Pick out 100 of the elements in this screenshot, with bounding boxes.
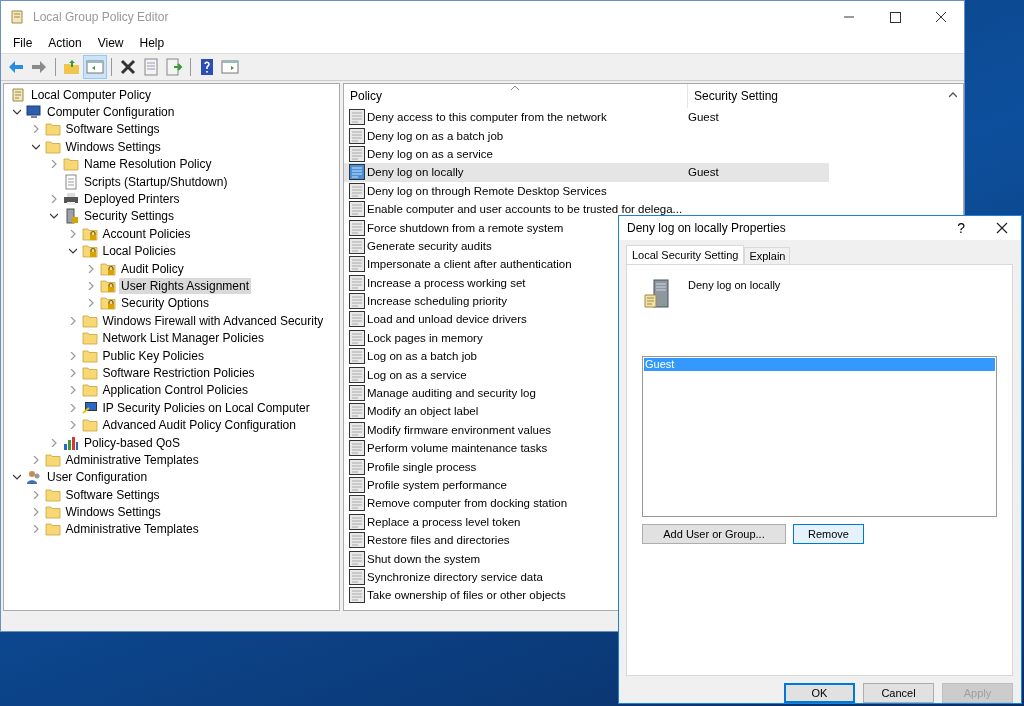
chevron-icon[interactable]: [13, 473, 21, 482]
policy-icon: [349, 219, 365, 236]
menu-item[interactable]: Help: [131, 36, 173, 50]
tree-item[interactable]: Security Options: [119, 295, 212, 312]
policy-row[interactable]: Deny log on as a service: [344, 144, 829, 164]
window-title: Local Group Policy Editor: [33, 10, 169, 24]
column-header[interactable]: Security Setting: [687, 84, 779, 108]
tree-item[interactable]: Advanced Audit Policy Configuration: [100, 417, 298, 434]
menu-item[interactable]: Action: [40, 36, 90, 50]
close-icon[interactable]: [995, 221, 1009, 235]
tree-item[interactable]: Security Settings: [82, 208, 177, 225]
chevron-icon[interactable]: [13, 108, 21, 117]
policy-row[interactable]: Profile system performance: [344, 475, 829, 495]
policy-name: Deny log on locally: [367, 166, 464, 179]
policy-name: Load and unload device drivers: [367, 313, 527, 326]
policy-row[interactable]: Shut down the system: [344, 549, 829, 568]
policy-icon: [349, 495, 365, 512]
export-list-icon[interactable]: [163, 56, 185, 78]
policy-row[interactable]: Profile single process: [344, 457, 829, 476]
policy-row[interactable]: Remove computer from docking station: [344, 494, 829, 513]
policy-icon: [349, 532, 365, 549]
tree-item[interactable]: Name Resolution Policy: [82, 156, 214, 173]
policy-row[interactable]: Enable computer and user accounts to be trusted for delega...: [344, 199, 829, 219]
server-lock-icon: [63, 208, 79, 225]
policy-name: Deny log on as a batch job: [367, 129, 504, 142]
policy-name: Remove computer from docking station: [367, 497, 568, 510]
policy-name: Modify an object label: [367, 405, 479, 418]
locked-folder-icon: [100, 278, 116, 294]
tree-item[interactable]: Local Policies: [100, 243, 178, 260]
policy-name: Profile system performance: [367, 479, 507, 491]
tree-item[interactable]: User Rights Assignment: [119, 278, 252, 294]
scroll-icon: [9, 9, 25, 25]
chevron-icon[interactable]: [50, 212, 58, 221]
list-button[interactable]: Add User or Group...: [642, 524, 786, 544]
tree-item[interactable]: Account Policies: [100, 225, 193, 242]
tree-item[interactable]: Windows Firewall with Advanced Security: [100, 312, 326, 329]
tab[interactable]: Local Security Setting: [626, 245, 745, 264]
scroll-up-icon[interactable]: [949, 92, 957, 98]
policy-name: Manage auditing and security log: [367, 387, 536, 400]
policy-name: Replace a process level token: [367, 515, 521, 528]
menu-item[interactable]: File: [5, 36, 41, 50]
tree-item[interactable]: Local Computer Policy: [29, 86, 154, 103]
tree-item[interactable]: Application Control Policies: [100, 382, 250, 399]
policy-row[interactable]: Modify an object label: [344, 402, 829, 421]
policy-name: Impersonate a client after authentication: [367, 258, 572, 271]
folder-icon: [81, 364, 98, 381]
policy-row[interactable]: Deny log on through Remote Desktop Services: [344, 181, 829, 200]
policy-row[interactable]: Take ownership of files or other objects: [344, 586, 829, 605]
monitor-key-icon: [81, 399, 98, 416]
policy-name: Perform volume maintenance tasks: [367, 442, 548, 455]
list-button[interactable]: Remove: [793, 524, 864, 544]
policy-name: Force shutdown from a remote system: [367, 221, 564, 234]
policy-icon: [349, 440, 365, 457]
tree-item[interactable]: IP Security Policies on Local Computer: [100, 399, 312, 416]
help-button[interactable]: ?: [957, 220, 965, 236]
policy-name: Deny log on through Remote Desktop Services: [367, 184, 607, 197]
policy-icon: [349, 550, 365, 567]
policy-icon: [349, 403, 365, 420]
tree-item[interactable]: Policy-based QoS: [82, 434, 183, 451]
script-icon: [63, 173, 79, 190]
folder-icon: [44, 121, 61, 138]
policy-icon: [349, 201, 365, 218]
policy-row[interactable]: Increase scheduling priority: [344, 291, 829, 311]
policy-row[interactable]: Modify firmware environment values: [344, 420, 829, 440]
sort-caret-icon: [510, 85, 520, 91]
tree-item[interactable]: Software Settings: [63, 486, 162, 503]
policy-name: Log on as a service: [367, 368, 467, 381]
policy-row[interactable]: Load and unload device drivers: [344, 310, 829, 329]
policy-row[interactable]: Deny access to this computer from the network Guest: [344, 108, 829, 127]
console-tree-icon[interactable]: [84, 56, 106, 78]
policy-title: Deny log on locally: [688, 279, 781, 291]
policy-row[interactable]: Perform volume maintenance tasks: [344, 439, 829, 458]
tree-item[interactable]: User Configuration: [45, 469, 150, 486]
policy-row[interactable]: Lock pages in memory: [344, 328, 829, 348]
tree-item[interactable]: Software Restriction Policies: [100, 364, 257, 381]
folder-icon: [44, 486, 61, 503]
column-header[interactable]: Policy: [344, 89, 687, 103]
tree-item[interactable]: Software Settings: [63, 121, 162, 138]
chevron-icon[interactable]: [68, 247, 77, 256]
tree-item[interactable]: Public Key Policies: [100, 347, 206, 364]
policy-row[interactable]: Deny log on as a batch job: [344, 126, 829, 145]
tree-item[interactable]: Windows Settings: [63, 504, 163, 521]
policy-icon: [349, 311, 365, 328]
tree-item[interactable]: Audit Policy: [119, 260, 186, 277]
tree-item[interactable]: Computer Configuration: [45, 104, 177, 121]
tree-item[interactable]: Network List Manager Policies: [100, 330, 266, 347]
chevron-icon[interactable]: [31, 142, 40, 151]
tree-item[interactable]: Windows Settings: [63, 138, 163, 155]
dialog-button[interactable]: Cancel: [863, 683, 934, 703]
tab[interactable]: Explain: [744, 247, 791, 264]
tree-item[interactable]: Scripts (Startup/Shutdown): [82, 173, 230, 190]
policy-row[interactable]: Deny log on locally Guest: [344, 163, 829, 182]
tree-item[interactable]: Administrative Templates: [63, 451, 201, 468]
folder-icon: [81, 312, 98, 329]
tree-item[interactable]: Deployed Printers: [82, 191, 182, 208]
policy-row[interactable]: Synchronize directory service data: [344, 567, 829, 587]
tree-item[interactable]: Administrative Templates: [63, 521, 201, 538]
dialog-button[interactable]: OK: [784, 683, 855, 703]
menu-item[interactable]: View: [89, 36, 132, 50]
policy-row[interactable]: Manage auditing and security log: [344, 383, 829, 403]
